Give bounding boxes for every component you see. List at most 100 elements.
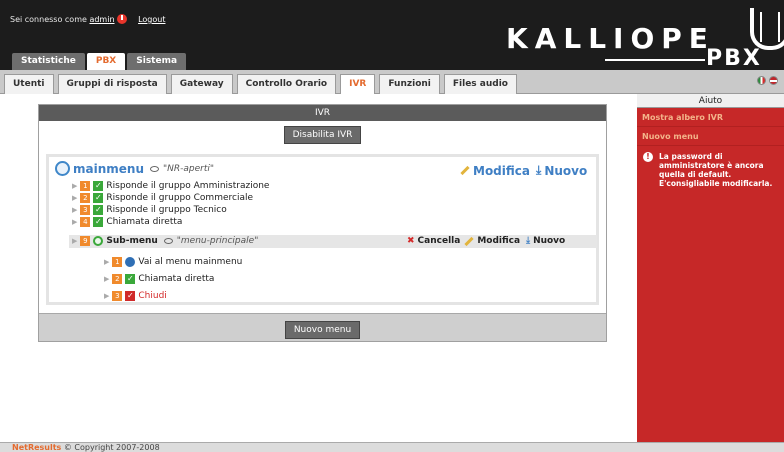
password-warning: ! La password di amministratore è ancora… (637, 146, 784, 188)
list-item: ▶ 4 ✓ Chiamata diretta (72, 217, 182, 227)
submenu-new-action[interactable]: ⤓ Nuovo (526, 236, 565, 246)
logout-link[interactable]: Logout (138, 15, 165, 24)
warning-text: La password di amministratore è ancora q… (659, 152, 773, 188)
tab-gruppi-di-risposta[interactable]: Gruppi di risposta (57, 74, 167, 94)
root-edit-action[interactable]: Modifica (460, 164, 530, 178)
submenu-note: "menu-principale" (176, 236, 259, 246)
main-tabs: Statistiche PBX Sistema (12, 53, 188, 70)
tab-files-audio[interactable]: Files audio (443, 74, 517, 94)
logged-in-label: Sei connesso come (10, 15, 87, 24)
tab-statistiche[interactable]: Statistiche (12, 53, 85, 70)
show-ivr-tree-link[interactable]: Mostra albero IVR (637, 108, 784, 127)
delete-x-icon: ✖ (407, 236, 415, 246)
lyre-strings-icon (760, 12, 780, 42)
download-arrow-icon: ⤓ (536, 163, 542, 177)
disable-ivr-button[interactable]: Disabilita IVR (283, 126, 362, 144)
option-number-badge: 1 (80, 181, 91, 191)
option-text[interactable]: Chiamata diretta (106, 217, 182, 227)
root-edit-label: Modifica (473, 163, 530, 178)
check-icon: ✓ (93, 205, 104, 215)
option-number-badge: 1 (112, 257, 123, 267)
tree-arrow-icon: ▶ (72, 237, 78, 245)
ivr-panel-title: IVR (39, 105, 606, 121)
submenu-name[interactable]: Sub-menu (106, 236, 157, 246)
tab-gateway[interactable]: Gateway (170, 74, 233, 94)
option-text[interactable]: Risponde il gruppo Commerciale (106, 193, 253, 203)
root-menu-note: "NR-aperti" (163, 163, 215, 174)
sub-tabs-bar: Utenti Gruppi di risposta Gateway Contro… (0, 70, 784, 94)
option-text[interactable]: Vai al menu mainmenu (138, 257, 242, 267)
tree-arrow-icon: ▶ (104, 258, 110, 266)
root-menu-name[interactable]: mainmenu (73, 162, 144, 176)
help-title: Aiuto (637, 94, 784, 108)
pencil-icon (460, 165, 470, 176)
tab-sistema[interactable]: Sistema (127, 53, 187, 70)
new-menu-button[interactable]: Nuovo menu (284, 321, 361, 339)
logout-icon (117, 14, 128, 24)
submenu-edit-action[interactable]: Modifica (464, 236, 520, 246)
warning-icon: ! (643, 152, 653, 162)
tree-arrow-icon: ▶ (72, 218, 78, 226)
tab-funzioni[interactable]: Funzioni (379, 74, 440, 94)
goto-menu-icon (125, 257, 136, 267)
tree-arrow-icon: ▶ (72, 182, 78, 190)
check-icon: ✓ (93, 217, 104, 227)
new-menu-link[interactable]: Nuovo menu (637, 127, 784, 146)
submenu-row: ▶ 9 Sub-menu "menu-principale" (72, 236, 258, 246)
root-menu-row: mainmenu "NR-aperti" (55, 161, 214, 176)
eye-icon (150, 165, 159, 172)
ivr-footer-bar: Nuovo menu (39, 313, 606, 341)
sub-tabs: Utenti Gruppi di risposta Gateway Contro… (4, 74, 521, 94)
eye-icon (163, 238, 173, 244)
tree-arrow-icon: ▶ (72, 206, 78, 214)
tree-arrow-icon: ▶ (72, 194, 78, 202)
list-item: ▶ 3 ✓ Chiudi (104, 291, 167, 301)
ivr-panel: IVR Disabilita IVR mainmenu "NR-aperti" … (38, 104, 607, 342)
download-arrow-icon: ⤓ (526, 236, 531, 246)
brand-sub-logo: PBX (706, 46, 762, 71)
app-header: Sei connesso come admin Logout KALLIOPE … (0, 0, 784, 71)
ivr-tree: mainmenu "NR-aperti" Modifica ⤓ Nuovo ▶ … (46, 154, 599, 305)
tab-controllo-orario[interactable]: Controllo Orario (236, 74, 337, 94)
list-item: ▶ 1 ✓ Risponde il gruppo Amministrazione (72, 181, 269, 191)
root-new-action[interactable]: ⤓ Nuovo (536, 163, 587, 178)
footer-brand: NetResults (12, 443, 62, 452)
ivr-toolbar: Disabilita IVR (39, 121, 606, 147)
submenu-delete-label: Cancella (417, 236, 461, 246)
help-panel: Aiuto Mostra albero IVR Nuovo menu ! La … (637, 94, 784, 442)
option-text[interactable]: Chiamata diretta (138, 274, 214, 284)
footer-copyright: © Copyright 2007-2008 (63, 443, 160, 452)
english-flag-icon[interactable] (769, 76, 778, 85)
check-icon: ✓ (93, 193, 104, 203)
list-item: ▶ 2 ✓ Chiamata diretta (104, 274, 214, 284)
page-footer: NetResults © Copyright 2007-2008 (0, 442, 784, 452)
list-item: ▶ 3 ✓ Risponde il gruppo Tecnico (72, 205, 227, 215)
option-text[interactable]: Risponde il gruppo Tecnico (106, 205, 226, 215)
tree-arrow-icon: ▶ (104, 275, 110, 283)
list-item: ▶ 2 ✓ Risponde il gruppo Commerciale (72, 193, 253, 203)
option-text[interactable]: Chiudi (138, 291, 166, 301)
tab-utenti[interactable]: Utenti (4, 74, 54, 94)
hangup-check-icon: ✓ (125, 291, 136, 301)
submenu-edit-label: Modifica (477, 236, 521, 246)
pencil-icon (464, 236, 474, 246)
username-link[interactable]: admin (89, 15, 114, 24)
brand-underline (605, 59, 705, 61)
list-item: ▶ 1 Vai al menu mainmenu (104, 257, 242, 267)
root-menu-actions: Modifica ⤓ Nuovo (460, 163, 587, 178)
language-flags (757, 76, 778, 85)
option-number-badge: 3 (80, 205, 91, 215)
menu-circle-icon (55, 161, 70, 176)
submenu-actions: ✖ Cancella Modifica ⤓ Nuovo (407, 236, 565, 246)
user-status: Sei connesso come admin Logout (10, 14, 165, 24)
option-number-badge: 4 (80, 217, 91, 227)
option-text[interactable]: Risponde il gruppo Amministrazione (106, 181, 269, 191)
root-new-label: Nuovo (544, 163, 588, 178)
tree-arrow-icon: ▶ (104, 292, 110, 300)
ivr-tree-container: mainmenu "NR-aperti" Modifica ⤓ Nuovo ▶ … (39, 147, 606, 313)
italian-flag-icon[interactable] (757, 76, 766, 85)
tab-ivr[interactable]: IVR (340, 74, 376, 94)
check-icon: ✓ (93, 181, 104, 191)
submenu-delete-action[interactable]: ✖ Cancella (407, 236, 460, 246)
tab-pbx[interactable]: PBX (86, 53, 126, 70)
